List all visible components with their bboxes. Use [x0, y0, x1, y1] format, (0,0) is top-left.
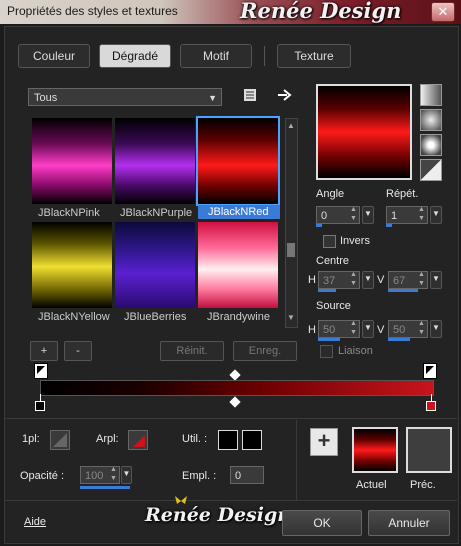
watermark-top: Renée Design — [240, 0, 402, 23]
angle-spinner-icon[interactable]: ▲ ▼ — [350, 205, 357, 223]
window-title: Propriétés des styles et textures — [7, 4, 178, 18]
cancel-button[interactable]: Annuler — [368, 510, 450, 536]
invert-label: Invers — [340, 235, 370, 247]
add-swatch-button[interactable]: + — [310, 428, 338, 456]
chevron-down-icon: ▼ — [208, 93, 217, 103]
scroll-up-icon[interactable]: ▲ — [287, 121, 295, 130]
center-v-slider[interactable] — [388, 289, 418, 292]
source-v-slider[interactable] — [388, 338, 410, 341]
sunburst-style-icon[interactable] — [420, 159, 442, 181]
tab-texture[interactable]: Texture — [277, 44, 351, 68]
gradient-swatch-pink[interactable] — [32, 118, 112, 204]
opacity-label: Opacité : — [20, 470, 65, 482]
source-h-label: H — [308, 324, 316, 336]
source-v-spinner-icon[interactable]: ▲ ▼ — [418, 319, 425, 337]
gradient-label: JBlackNPurple — [120, 207, 193, 219]
angle-label: Angle — [316, 188, 345, 200]
current-gradient-swatch[interactable] — [352, 427, 398, 473]
opacity-spinner-icon[interactable]: ▲ ▼ — [110, 465, 117, 483]
remove-gradient-button[interactable]: - — [64, 341, 92, 361]
start-opacity-stop-icon[interactable] — [34, 363, 48, 379]
close-button[interactable]: ✕ — [431, 2, 455, 22]
footer-divider — [4, 500, 457, 501]
gradient-swatch-blueberries[interactable] — [115, 222, 195, 308]
use-label: Util. : — [182, 433, 208, 445]
use-black-swatch-alt[interactable] — [242, 430, 262, 450]
gradient-label: JBlackNYellow — [38, 311, 110, 323]
use-black-swatch[interactable] — [218, 430, 238, 450]
end-color-stop[interactable] — [426, 401, 436, 411]
source-h-dropdown-icon[interactable]: ▼ — [362, 320, 374, 338]
source-v-dropdown-icon[interactable]: ▼ — [430, 320, 442, 338]
ok-button[interactable]: OK — [282, 510, 362, 536]
center-h-slider[interactable] — [318, 289, 336, 292]
add-gradient-button[interactable]: + — [30, 341, 58, 361]
gradient-swatch-purple[interactable] — [115, 118, 195, 204]
center-h-label: H — [308, 274, 316, 286]
location-input[interactable]: 0 — [230, 466, 264, 484]
location-label: Empl. : — [182, 470, 217, 482]
scrollbar-thumb[interactable] — [287, 243, 295, 257]
link-checkbox[interactable] — [320, 345, 333, 358]
gradient-swatch-red[interactable] — [196, 116, 280, 206]
linear-style-icon[interactable] — [420, 84, 442, 106]
arrow-right-icon[interactable] — [277, 88, 293, 102]
center-h-spinner-icon[interactable]: ▲ ▼ — [350, 270, 357, 288]
opacity-dropdown-icon[interactable]: ▼ — [121, 466, 132, 484]
repeat-spinner-icon[interactable]: ▲ ▼ — [418, 205, 425, 223]
save-button[interactable]: Enreg. — [233, 341, 297, 361]
center-v-label: V — [377, 274, 385, 286]
center-v-dropdown-icon[interactable]: ▼ — [430, 271, 442, 289]
end-opacity-stop-icon[interactable] — [423, 363, 437, 379]
link-label: Liaison — [338, 345, 373, 357]
previous-gradient-swatch[interactable] — [406, 427, 452, 473]
background-swatch-icon[interactable] — [128, 430, 148, 450]
gradient-list-scrollbar[interactable]: ▲ ▼ — [285, 118, 298, 328]
gradient-swatch-yellow[interactable] — [32, 222, 112, 308]
gradient-label-selected: JBlackNRed — [198, 205, 280, 219]
vertical-divider — [296, 420, 297, 500]
gradient-swatch-brandywine[interactable] — [198, 222, 278, 308]
gradient-label: JBlueBerries — [124, 311, 187, 323]
foreground-swatch-icon[interactable] — [50, 430, 70, 450]
title-bar: Propriétés des styles et textures Renée … — [0, 0, 461, 24]
source-h-spinner-icon[interactable]: ▲ ▼ — [350, 319, 357, 337]
gradient-label: JBlackNPink — [38, 207, 100, 219]
rectangular-style-icon[interactable] — [420, 109, 442, 131]
repeat-slider[interactable] — [386, 224, 392, 227]
start-color-stop[interactable] — [35, 401, 45, 411]
repeat-label: Répét. — [386, 188, 419, 200]
tab-couleur[interactable]: Couleur — [18, 44, 90, 68]
tab-motif[interactable]: Motif — [180, 44, 252, 68]
reset-button[interactable]: Réinit. — [160, 341, 224, 361]
center-v-spinner-icon[interactable]: ▲ ▼ — [418, 270, 425, 288]
repeat-dropdown-icon[interactable]: ▼ — [430, 206, 442, 224]
angle-dropdown-icon[interactable]: ▼ — [362, 206, 374, 224]
background-label: Arpl: — [96, 433, 119, 445]
opacity-slider[interactable] — [80, 486, 130, 489]
tab-divider — [264, 46, 265, 66]
invert-checkbox[interactable] — [323, 235, 336, 248]
foreground-label: 1pl: — [22, 433, 40, 445]
radial-style-icon[interactable] — [420, 134, 442, 156]
list-view-icon[interactable] — [243, 88, 257, 102]
section-divider — [4, 418, 457, 419]
center-h-dropdown-icon[interactable]: ▼ — [362, 271, 374, 289]
tab-degrade[interactable]: Dégradé — [99, 44, 171, 68]
help-link[interactable]: Aide — [24, 516, 46, 528]
watermark-bottom: Renée Design — [145, 504, 292, 526]
angle-slider[interactable] — [316, 224, 322, 227]
source-v-label: V — [377, 324, 385, 336]
gradient-preview — [316, 84, 412, 180]
category-dropdown[interactable]: Tous ▼ — [28, 88, 222, 106]
center-label: Centre — [316, 255, 350, 267]
source-label: Source — [316, 300, 351, 312]
source-h-slider[interactable] — [318, 338, 340, 341]
gradient-label: JBrandywine — [207, 311, 270, 323]
current-label: Actuel — [356, 479, 387, 491]
scroll-down-icon[interactable]: ▼ — [287, 313, 295, 322]
gradient-bar[interactable] — [40, 380, 434, 396]
category-value: Tous — [34, 92, 58, 104]
previous-label: Préc. — [410, 479, 436, 491]
